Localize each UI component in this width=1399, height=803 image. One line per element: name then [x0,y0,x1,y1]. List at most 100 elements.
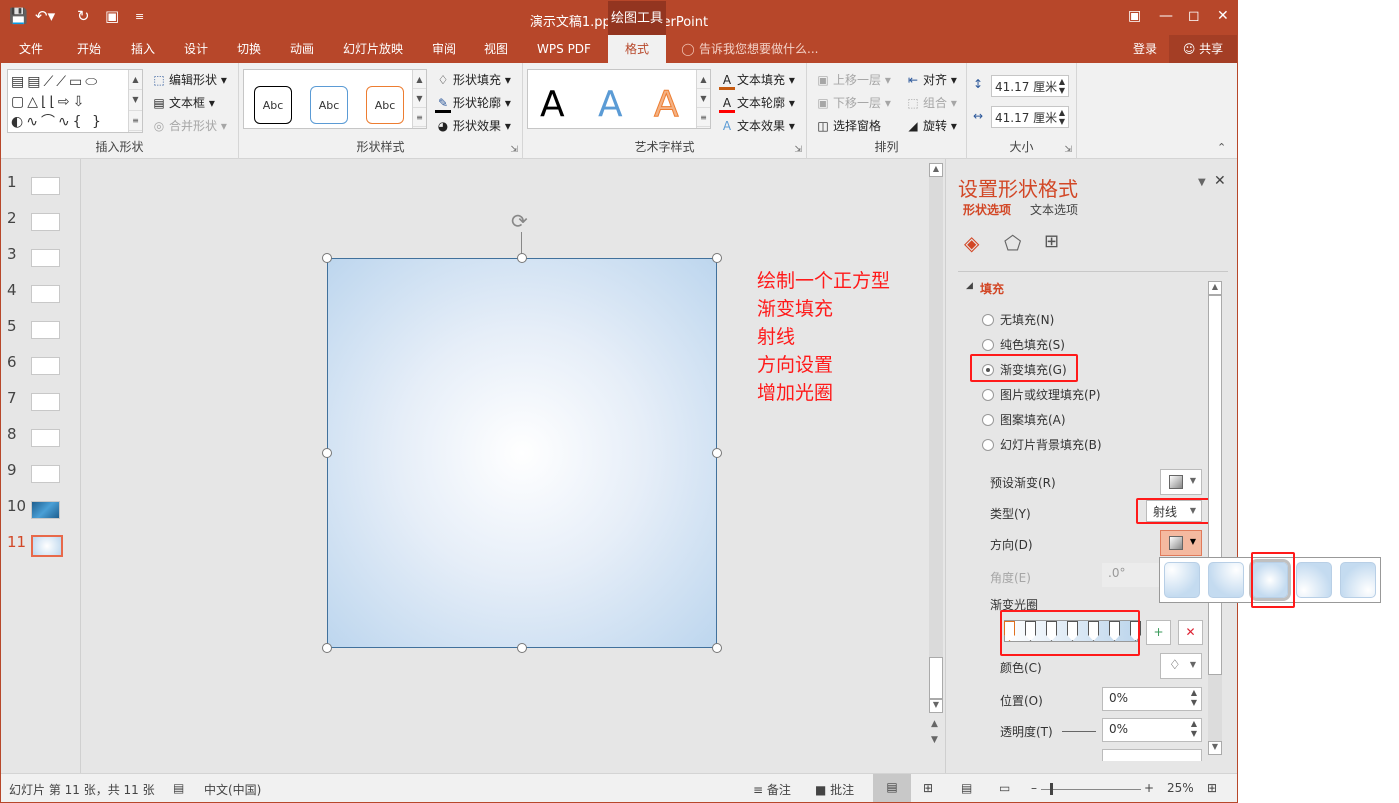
textbox-button[interactable]: ▤ 文本框 ▾ [151,94,215,111]
tab-home[interactable]: 开始 [67,35,111,63]
dialog-launcher-icon[interactable]: ⇲ [1064,145,1072,155]
style-sample-blue[interactable]: Abc [310,86,348,124]
text-effects-button[interactable]: A 文本效果 ▾ [719,117,795,134]
tab-wps-pdf[interactable]: WPS PDF [529,35,599,63]
login-button[interactable]: 登录 [1125,35,1165,63]
style-sample-orange[interactable]: Abc [366,86,404,124]
pane-scroll-down[interactable]: ▼ [1208,741,1222,755]
gallery-scroll[interactable]: ▲ ▼ ≡ [412,70,426,128]
dialog-launcher-icon[interactable]: ⇲ [794,145,802,155]
scroll-down-button[interactable]: ▼ [929,699,943,713]
language[interactable]: 中文(中国) [204,781,261,798]
preset-gradient-dropdown[interactable]: ▼ [1160,469,1202,495]
share-button[interactable]: ☺ 共享 [1169,35,1237,63]
thumbnail-5[interactable]: 5 [1,317,81,345]
collapse-triangle-icon[interactable]: ◢ [966,281,973,291]
pane-options-icon[interactable]: ▼ [1198,177,1206,188]
angle-input[interactable]: .0° [1102,563,1162,587]
resize-handle[interactable] [322,253,332,263]
align-button[interactable]: ⇤ 对齐 ▾ [905,71,957,88]
wordart-sample-orange[interactable]: A [654,84,680,126]
tab-insert[interactable]: 插入 [121,35,165,63]
ribbon-display-icon[interactable]: ▣ [1128,8,1141,24]
shapes-gallery[interactable]: ▤▤⟋⟋▭⬭ ▢△⌊⌊⇨⇩ ◐∿⌒∿{ } ▲ ▼ ≡ [7,69,143,133]
wordart-gallery[interactable]: A A A ▲ ▼ ≡ [527,69,711,129]
radio-picture-fill[interactable]: 图片或纹理填充(P) [982,386,1101,403]
pane-scroll-thumb[interactable] [1208,295,1222,675]
next-slide-icon[interactable]: ▼ [931,735,938,745]
thumbnail-9[interactable]: 9 [1,461,81,489]
remove-stop-button[interactable]: ✕ [1178,620,1203,645]
gallery-scroll[interactable]: ▲ ▼ ≡ [696,70,710,128]
transparency-slider[interactable] [1062,731,1096,732]
rotate-handle-icon[interactable]: ⟳ [511,209,528,233]
thumbnail-7[interactable]: 7 [1,389,81,417]
tab-design[interactable]: 设计 [174,35,218,63]
gallery-scroll[interactable]: ▲ ▼ ≡ [128,70,142,132]
text-fill-button[interactable]: A 文本填充 ▾ [719,71,795,90]
edit-shape-button[interactable]: ⬚ 编辑形状 ▾ [151,71,227,88]
bring-forward-button[interactable]: ▣ 上移一层 ▾ [815,71,891,88]
width-input[interactable]: 41.17 厘米 ▲ ▼ [991,106,1069,128]
minimize-icon[interactable]: — [1159,8,1173,24]
thumbnail-4[interactable]: 4 [1,281,81,309]
resize-handle[interactable] [712,448,722,458]
thumbnail-1[interactable]: 1 [1,173,81,201]
tab-animations[interactable]: 动画 [280,35,324,63]
tab-file[interactable]: 文件 [9,35,53,63]
effects-pentagon-icon[interactable]: ⬠ [1004,231,1021,255]
send-backward-button[interactable]: ▣ 下移一层 ▾ [815,94,891,111]
tab-text-options[interactable]: 文本选项 [1030,201,1078,218]
resize-handle[interactable] [517,253,527,263]
tab-transitions[interactable]: 切换 [227,35,271,63]
radio-no-fill[interactable]: 无填充(N) [982,311,1054,328]
color-dropdown[interactable]: ♢ ▼ [1160,653,1202,679]
direction-option[interactable] [1164,562,1200,598]
radio-solid-fill[interactable]: 纯色填充(S) [982,336,1065,353]
zoom-slider[interactable] [1041,789,1141,790]
pane-scrollbar[interactable]: ▲ ▼ [1208,281,1222,755]
text-outline-button[interactable]: A 文本轮廓 ▾ [719,94,795,113]
scroll-track[interactable] [929,177,943,697]
spellcheck-icon[interactable]: ▤ [173,781,184,795]
zoom-slider-thumb[interactable] [1050,783,1053,795]
dialog-launcher-icon[interactable]: ⇲ [510,145,518,155]
thumbnail-2[interactable]: 2 [1,209,81,237]
thumbnail-3[interactable]: 3 [1,245,81,273]
thumbnail-8[interactable]: 8 [1,425,81,453]
group-button[interactable]: ⬚ 组合 ▾ [905,94,957,111]
size-properties-icon[interactable]: ⊞ [1044,231,1059,252]
collapse-ribbon-icon[interactable]: ⌃ [1217,141,1226,154]
wordart-sample-black[interactable]: A [540,84,565,125]
resize-handle[interactable] [322,448,332,458]
tab-view[interactable]: 视图 [474,35,518,63]
zoom-in-button[interactable]: + [1144,781,1154,795]
transparency-input[interactable]: 0% ▲ ▼ [1102,718,1202,742]
pane-scroll-up[interactable]: ▲ [1208,281,1222,295]
direction-dropdown[interactable]: ▼ [1160,530,1202,556]
wordart-sample-blue[interactable]: A [598,84,623,125]
normal-view-button[interactable]: ▤ [873,774,911,802]
tell-me-input[interactable]: 告诉我您想要做什么... [699,35,829,63]
fit-slide-icon[interactable]: ⊞ [1207,781,1217,795]
resize-handle[interactable] [712,643,722,653]
scroll-up-button[interactable]: ▲ [929,163,943,177]
close-icon[interactable]: ✕ [1217,8,1229,24]
zoom-out-button[interactable]: – [1031,781,1037,795]
previous-slide-icon[interactable]: ▲ [931,719,938,729]
tab-shape-options[interactable]: 形状选项 [963,201,1011,218]
fill-line-icon[interactable]: ◈ [964,231,979,255]
maximize-icon[interactable]: ◻ [1188,8,1200,24]
tab-review[interactable]: 审阅 [422,35,466,63]
fill-section-header[interactable]: 填充 [980,280,1004,297]
direction-option[interactable] [1340,562,1376,598]
notes-button[interactable]: ≡ 备注 [753,781,791,798]
direction-option[interactable] [1296,562,1332,598]
radio-background-fill[interactable]: 幻灯片背景填充(B) [982,436,1102,453]
rotate-button[interactable]: ◢ 旋转 ▾ [905,117,956,134]
slide-scrollbar[interactable]: ▲ ▼ ▲ ▼ [927,159,945,773]
resize-handle[interactable] [322,643,332,653]
tab-slideshow[interactable]: 幻灯片放映 [337,35,409,63]
thumbnail-6[interactable]: 6 [1,353,81,381]
selection-pane-button[interactable]: ◫ 选择窗格 [815,117,881,134]
